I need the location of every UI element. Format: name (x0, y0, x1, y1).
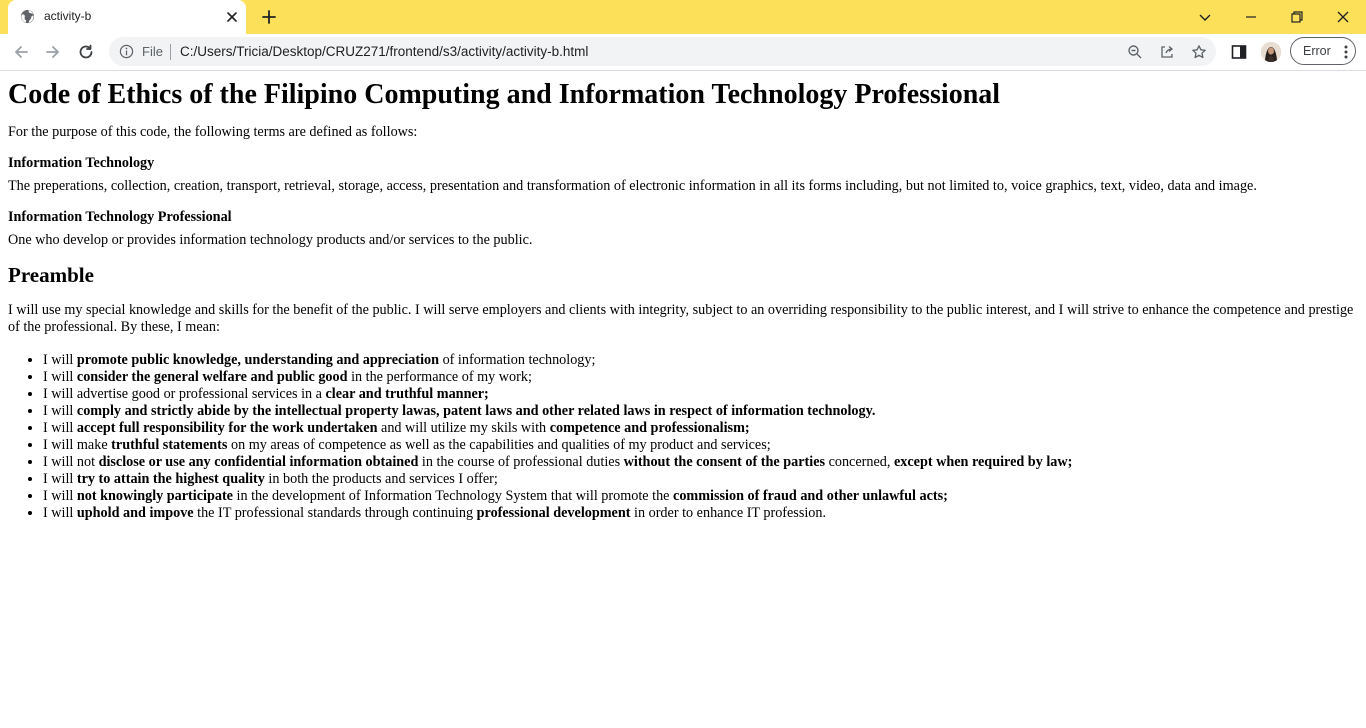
pledge-item: I will comply and strictly abide by the … (43, 403, 1358, 420)
chevron-down-icon (1199, 14, 1211, 21)
close-tab-icon[interactable] (224, 9, 240, 25)
omnibox-divider (170, 44, 171, 60)
arrow-right-icon (46, 46, 59, 58)
more-vert-icon (1344, 45, 1348, 59)
pledge-item: I will not knowingly participate in the … (43, 488, 1358, 505)
restore-button[interactable] (1286, 6, 1308, 28)
browser-toolbar: File C:/Users/Tricia/Desktop/CRUZ271/fro… (0, 34, 1366, 71)
reload-button[interactable] (76, 42, 96, 62)
browser-tab[interactable]: activity-b (8, 0, 246, 34)
pledge-item: I will not disclose or use any confident… (43, 454, 1358, 471)
forward-button[interactable] (43, 42, 63, 62)
zoom-icon[interactable] (1127, 44, 1143, 60)
term-definition: One who develop or provides information … (8, 232, 533, 248)
term-heading: Information Technology Professional (8, 209, 232, 225)
new-tab-icon[interactable] (260, 8, 278, 26)
pledge-item: I will promote public knowledge, underst… (43, 352, 1358, 369)
minimize-icon (1246, 16, 1256, 18)
preamble-heading: Preamble (8, 263, 94, 287)
security-label[interactable]: File (142, 44, 163, 59)
arrow-left-icon (15, 46, 28, 58)
pledge-item: I will uphold and impove the IT professi… (43, 505, 1358, 522)
star-icon[interactable] (1191, 44, 1207, 60)
tab-search-button[interactable] (1194, 6, 1216, 28)
page-content: Code of Ethics of the Filipino Computing… (0, 71, 1366, 522)
side-panel-icon[interactable] (1230, 43, 1248, 61)
info-icon[interactable] (119, 44, 134, 59)
reload-icon (79, 44, 93, 59)
close-window-button[interactable] (1332, 6, 1354, 28)
profile-picture-icon (1261, 42, 1281, 62)
error-label: Error (1303, 44, 1331, 58)
avatar[interactable] (1261, 42, 1281, 62)
pledge-item: I will try to attain the highest quality… (43, 471, 1358, 488)
close-icon (1337, 11, 1349, 23)
share-icon[interactable] (1159, 44, 1175, 60)
page-title: Code of Ethics of the Filipino Computing… (8, 79, 1001, 110)
preamble-text: I will use my special knowledge and skil… (8, 302, 1354, 335)
globe-icon (20, 9, 35, 24)
pledge-item: I will consider the general welfare and … (43, 369, 1358, 386)
pledge-item: I will accept full responsibility for th… (43, 420, 1358, 437)
term-heading: Information Technology (8, 155, 155, 171)
restore-icon (1291, 11, 1303, 23)
minimize-button[interactable] (1240, 6, 1262, 28)
intro-text: For the purpose of this code, the follow… (8, 124, 418, 140)
term-definition: The preperations, collection, creation, … (8, 178, 1257, 194)
pledge-list: I will promote public knowledge, underst… (8, 352, 1358, 522)
url-text[interactable]: C:/Users/Tricia/Desktop/CRUZ271/frontend… (180, 44, 588, 59)
pledge-item: I will make truthful statements on my ar… (43, 437, 1358, 454)
tab-title: activity-b (44, 9, 92, 23)
address-bar[interactable]: File C:/Users/Tricia/Desktop/CRUZ271/fro… (109, 37, 1216, 66)
profile-error-button[interactable]: Error (1290, 37, 1356, 65)
back-button[interactable] (11, 42, 31, 62)
pledge-item: I will advertise good or professional se… (43, 386, 1358, 403)
tab-strip: activity-b (0, 0, 1366, 34)
